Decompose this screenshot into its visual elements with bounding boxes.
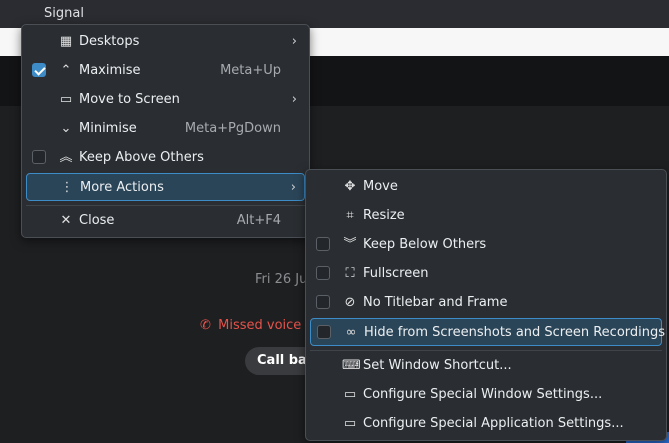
menu-item-label: Configure Special Application Settings..…: [363, 416, 624, 431]
maximise-checkbox[interactable]: [32, 63, 46, 77]
submenu-item-hide-from-screenshots[interactable]: ∞ Hide from Screenshots and Screen Recor…: [310, 318, 666, 346]
shortcut-label: Meta+PgDown: [184, 121, 281, 136]
no-titlebar-icon: ⊘: [344, 295, 356, 310]
menu-item-label: Minimise: [79, 121, 137, 136]
menu-item-label: Resize: [363, 208, 405, 223]
chevron-right-icon: ›: [290, 180, 296, 195]
menu-item-more-actions[interactable]: ⋮ More Actions ›: [26, 173, 305, 201]
menu-item-label: Configure Special Window Settings...: [363, 387, 603, 402]
menu-item-close[interactable]: ✕ Close Alt+F4: [26, 207, 305, 235]
missed-call-text: Missed voice: [218, 318, 302, 333]
menu-item-keep-above[interactable]: ︽ Keep Above Others: [26, 144, 305, 172]
window-title: Signal: [44, 6, 84, 21]
menu-separator: [26, 205, 305, 206]
submenu-item-app-settings[interactable]: ▭ Configure Special Application Settings…: [310, 410, 662, 438]
shortcut-label: Alt+F4: [236, 213, 281, 228]
menu-item-minimise[interactable]: ⌄ Minimise Meta+PgDown: [26, 115, 305, 143]
chevron-right-icon: ›: [291, 34, 297, 49]
more-actions-submenu: ✥ Move ⌗ Resize ︾ Keep Below Others ⛶ Fu…: [305, 169, 667, 441]
fullscreen-checkbox[interactable]: [316, 266, 330, 280]
move-arrows-icon: ✥: [344, 179, 356, 194]
phone-missed-icon: ✆: [200, 318, 211, 333]
menu-item-label: Close: [79, 213, 115, 228]
keep-above-icon: ︽: [59, 150, 73, 165]
menu-item-maximise[interactable]: ⌃ Maximise Meta+Up: [26, 57, 305, 85]
keep-below-checkbox[interactable]: [316, 237, 330, 251]
resize-icon: ⌗: [346, 208, 354, 223]
submenu-item-set-shortcut[interactable]: ⌨ Set Window Shortcut...: [310, 352, 662, 380]
close-icon: ✕: [60, 213, 72, 228]
window-settings-icon: ▭: [343, 387, 357, 402]
fullscreen-icon: ⛶: [345, 266, 355, 281]
menu-item-move-to-screen[interactable]: ▭ Move to Screen ›: [26, 86, 305, 114]
date-divider: Fri 26 Ju: [255, 272, 308, 287]
menu-item-label: Fullscreen: [363, 266, 429, 281]
hide-spy-icon: ∞: [345, 325, 357, 340]
submenu-item-no-titlebar[interactable]: ⊘ No Titlebar and Frame: [310, 289, 662, 317]
keep-above-checkbox[interactable]: [32, 150, 46, 164]
submenu-item-window-settings[interactable]: ▭ Configure Special Window Settings...: [310, 381, 662, 409]
monitor-icon: ▭: [59, 92, 73, 107]
menu-item-label: Keep Below Others: [363, 237, 487, 252]
submenu-item-keep-below[interactable]: ︾ Keep Below Others: [310, 231, 662, 259]
more-actions-icon: ⋮: [60, 180, 74, 195]
menu-item-label: More Actions: [80, 180, 164, 195]
no-titlebar-checkbox[interactable]: [316, 295, 330, 309]
missed-call-notice: ✆ Missed voice: [200, 318, 301, 333]
maximise-chevron-up-icon: ⌃: [60, 63, 72, 78]
menu-item-label: Maximise: [79, 63, 141, 78]
menu-item-label: Set Window Shortcut...: [363, 358, 512, 373]
menu-item-label: No Titlebar and Frame: [363, 295, 508, 310]
desktops-grid-icon: ▦: [59, 34, 73, 49]
submenu-item-move[interactable]: ✥ Move: [310, 173, 662, 201]
menu-item-label: Move to Screen: [79, 92, 180, 107]
menu-item-label: Hide from Screenshots and Screen Recordi…: [364, 325, 666, 340]
minimise-chevron-down-icon: ⌄: [60, 121, 72, 136]
window-operations-menu: ▦ Desktops › ⌃ Maximise Meta+Up ▭ Move t…: [21, 24, 310, 238]
keep-below-icon: ︾: [343, 237, 357, 252]
menu-item-label: Move: [363, 179, 398, 194]
menu-item-label: Keep Above Others: [79, 150, 204, 165]
keyboard-icon: ⌨: [342, 358, 361, 373]
submenu-item-fullscreen[interactable]: ⛶ Fullscreen: [310, 260, 662, 288]
app-settings-icon: ▭: [343, 416, 357, 431]
menu-item-label: Desktops: [79, 34, 140, 49]
shortcut-label: Meta+Up: [220, 63, 281, 78]
submenu-item-resize[interactable]: ⌗ Resize: [310, 202, 662, 230]
menu-item-desktops[interactable]: ▦ Desktops ›: [26, 28, 305, 56]
hide-from-screenshots-checkbox[interactable]: [317, 325, 331, 339]
chevron-right-icon: ›: [291, 92, 297, 107]
menu-separator: [310, 350, 662, 351]
